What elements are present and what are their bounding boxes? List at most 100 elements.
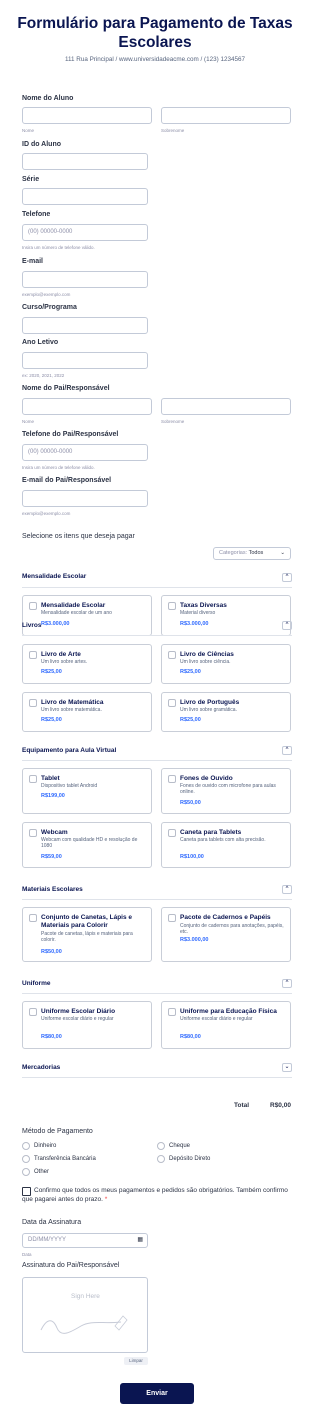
- signature-date-label: Data da Assinatura: [22, 1219, 82, 1226]
- collapse-toggle-icon[interactable]: ^: [282, 573, 292, 582]
- product-card[interactable]: Livro de Matemática Um livro sobre matem…: [22, 692, 152, 732]
- total-value: R$0,00: [270, 1102, 291, 1109]
- product-name: Caneta para Tablets: [180, 829, 242, 836]
- submit-button[interactable]: Enviar: [120, 1383, 194, 1404]
- product-description: Um livro sobre gramática.: [180, 707, 237, 713]
- signature-placeholder: Sign Here: [71, 1293, 100, 1300]
- category-filter-label: Categorias:: [219, 550, 248, 556]
- product-description: Caneta para tablets com alta precisão.: [180, 837, 266, 843]
- product-name: Livro de Matemática: [41, 699, 104, 706]
- product-card[interactable]: Caneta para Tablets Caneta para tablets …: [161, 822, 291, 868]
- product-description: Material diverso: [180, 610, 216, 616]
- parent-email-input[interactable]: [22, 490, 148, 507]
- product-description: Um livro sobre ciência.: [180, 659, 231, 665]
- product-name: Pacote de Cadernos e Papéis: [180, 914, 271, 921]
- radio-deposito[interactable]: [157, 1155, 165, 1163]
- product-name: Tablet: [41, 775, 60, 782]
- confirm-statement: Confirmo que todos os meus pagamentos e …: [22, 1187, 288, 1203]
- product-checkbox[interactable]: [168, 699, 176, 707]
- product-card[interactable]: Fones de Ouvido Fones de ouvido com micr…: [161, 768, 291, 814]
- year-input[interactable]: [22, 352, 148, 369]
- signature-pad[interactable]: Sign Here: [22, 1277, 148, 1353]
- product-checkbox[interactable]: [29, 914, 37, 922]
- product-price: R$25,00: [180, 669, 201, 675]
- product-card[interactable]: Conjunto de Canetas, Lápis e Materiais p…: [22, 907, 152, 962]
- grade-label: Série: [22, 176, 40, 183]
- email-label: E-mail: [22, 258, 44, 265]
- product-card[interactable]: Livro de Arte Um livro sobre artes. R$25…: [22, 644, 152, 684]
- product-card[interactable]: Taxas Diversas Material diverso R$3.000,…: [161, 595, 291, 636]
- parent-name-label: Nome do Pai/Responsável: [22, 385, 110, 392]
- product-checkbox[interactable]: [29, 1008, 37, 1016]
- date-input[interactable]: DD/MM/YYYY ▦: [22, 1233, 148, 1248]
- radio-label: Cheque: [169, 1143, 191, 1149]
- product-price: R$80,00: [180, 1034, 201, 1040]
- product-price: R$199,00: [41, 793, 65, 799]
- product-card[interactable]: Livro de Português Um livro sobre gramát…: [161, 692, 291, 732]
- category-heading: Materiais Escolares: [22, 886, 83, 893]
- product-card[interactable]: Tablet Dispositivo tablet Android R$199,…: [22, 768, 152, 814]
- product-checkbox[interactable]: [29, 602, 37, 610]
- parent-first-hint: Nome: [22, 419, 35, 424]
- product-card[interactable]: Uniforme para Educação Física Uniforme e…: [161, 1001, 291, 1049]
- total-label: Total: [234, 1102, 250, 1109]
- phone-input[interactable]: (00) 00000-0000: [22, 224, 148, 241]
- product-card[interactable]: Pacote de Cadernos e Papéis Conjunto de …: [161, 907, 291, 962]
- product-name: Fones de Ouvido: [180, 775, 233, 782]
- product-checkbox[interactable]: [168, 775, 176, 783]
- radio-cheque[interactable]: [157, 1142, 165, 1150]
- year-label: Ano Letivo: [22, 339, 59, 346]
- product-checkbox[interactable]: [168, 651, 176, 659]
- email-hint: exemplo@exemplo.com: [22, 292, 71, 297]
- parent-last-name-input[interactable]: [161, 398, 291, 415]
- product-price: R$3.000,00: [180, 621, 209, 627]
- product-checkbox[interactable]: [168, 602, 176, 610]
- product-card[interactable]: Uniforme Escolar Diário Uniforme escolar…: [22, 1001, 152, 1049]
- student-id-label: ID do Aluno: [22, 141, 62, 148]
- product-name: Conjunto de Canetas, Lápis e Materiais p…: [41, 914, 133, 929]
- product-checkbox[interactable]: [168, 829, 176, 837]
- radio-transferencia[interactable]: [22, 1155, 30, 1163]
- product-checkbox[interactable]: [29, 829, 37, 837]
- product-checkbox[interactable]: [29, 651, 37, 659]
- parent-phone-input[interactable]: (00) 00000-0000: [22, 444, 148, 461]
- clear-signature-button[interactable]: Limpar: [124, 1357, 148, 1365]
- collapse-toggle-icon[interactable]: ^: [282, 746, 292, 755]
- product-price: R$3.000,00: [180, 937, 209, 943]
- product-card[interactable]: Mensalidade Escolar Mensalidade escolar …: [22, 595, 152, 636]
- first-name-input[interactable]: [22, 107, 152, 124]
- product-checkbox[interactable]: [168, 1008, 176, 1016]
- product-price: R$100,00: [180, 854, 204, 860]
- collapse-toggle-icon[interactable]: ^: [282, 979, 292, 988]
- products-prompt: Selecione os itens que deseja pagar: [22, 533, 135, 540]
- category-filter-select[interactable]: Categorias: Todos ⌄: [213, 547, 291, 560]
- collapse-toggle-icon[interactable]: ^: [282, 885, 292, 894]
- product-checkbox[interactable]: [29, 699, 37, 707]
- product-name: Livro de Ciências: [180, 651, 234, 658]
- product-card[interactable]: Livro de Ciências Um livro sobre ciência…: [161, 644, 291, 684]
- product-card[interactable]: Webcam Webcam com qualidade HD e resoluç…: [22, 822, 152, 868]
- collapse-toggle-icon[interactable]: ^: [282, 621, 292, 630]
- course-input[interactable]: [22, 317, 148, 334]
- radio-other[interactable]: [22, 1168, 30, 1176]
- product-description: Pacote de canetas, lápis e materiais par…: [41, 931, 133, 943]
- grade-input[interactable]: [22, 188, 148, 205]
- radio-label: Dinheiro: [34, 1143, 57, 1149]
- category-heading: Livros: [22, 622, 42, 629]
- student-id-input[interactable]: [22, 153, 148, 170]
- radio-dinheiro[interactable]: [22, 1142, 30, 1150]
- parent-email-label: E-mail do Pai/Responsável: [22, 477, 112, 484]
- category-heading: Mercadorias: [22, 1064, 61, 1071]
- product-checkbox[interactable]: [29, 775, 37, 783]
- product-description: Uniforme escolar diário e regular: [180, 1016, 253, 1022]
- parent-first-name-input[interactable]: [22, 398, 152, 415]
- calendar-icon[interactable]: ▦: [137, 1234, 143, 1247]
- phone-hint: Insira um número de telefone válido.: [22, 245, 95, 250]
- last-name-input[interactable]: [161, 107, 291, 124]
- product-checkbox[interactable]: [168, 914, 176, 922]
- email-input[interactable]: [22, 271, 148, 288]
- expand-toggle-icon[interactable]: ⌄: [282, 1063, 292, 1072]
- radio-label: Depósito Direto: [169, 1156, 211, 1162]
- payment-method-label: Método de Pagamento: [22, 1128, 93, 1135]
- category-heading: Mensalidade Escolar: [22, 573, 87, 580]
